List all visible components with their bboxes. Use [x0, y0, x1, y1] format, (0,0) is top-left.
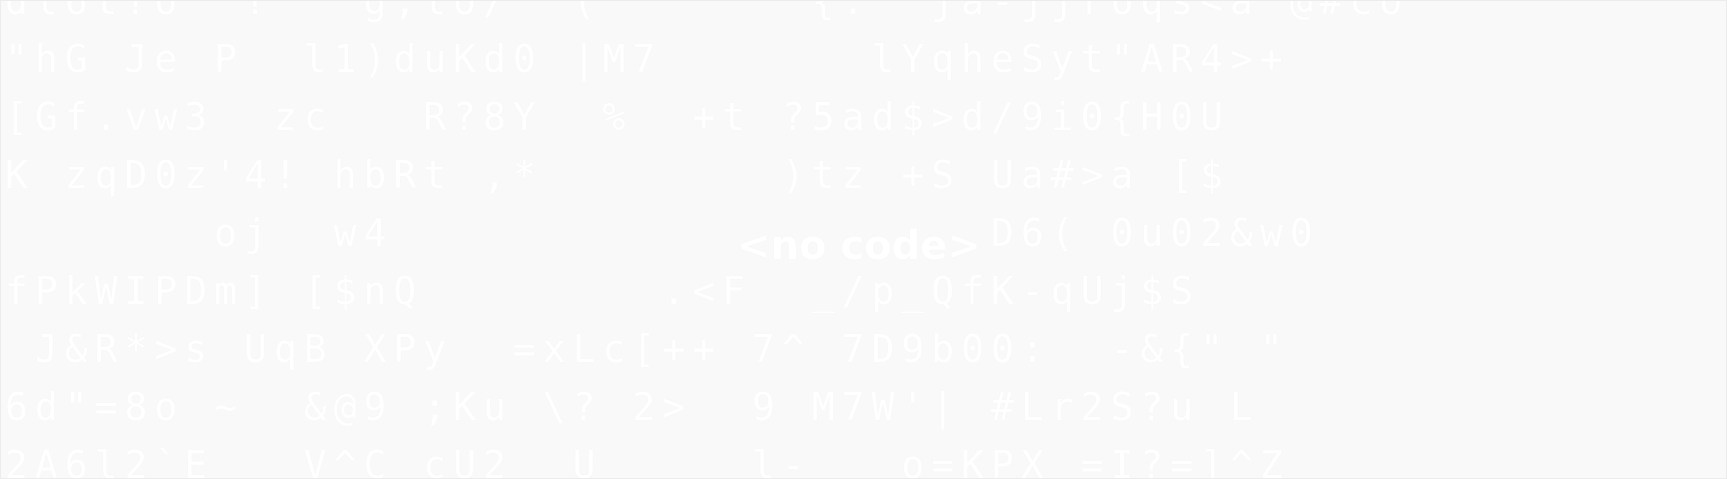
character-row: J&R*>s UqB XPy =xLc[++ 7^ 7D9b00: -&{" "	[5, 327, 1290, 371]
character-row: "hG Je P l1)duKd0 |M7 lYqheSyt"AR4>+	[5, 37, 1290, 81]
character-row: K zqD0z'4! hbRt ,* )tz +S Ua#>a [$	[5, 153, 1230, 197]
character-field-panel: dl6t?o ? 'g,lo/ '( {. ja-jjr6qs<a @#co "…	[0, 0, 1727, 479]
no-code-label: <no code>	[729, 217, 989, 275]
character-row: 6d"=8o ~ &@9 ;Ku \? 2> 9 M7W'| #Lr2S?u L	[5, 385, 1260, 429]
character-row: [Gf.vw3 zc R?8Y % +t ?5ad$>d/9i0{H0U	[5, 95, 1230, 139]
character-row: dl6t?o ? 'g,lo/ '( {. ja-jjr6qs<a @#co	[5, 0, 1410, 23]
character-row: 2A6l2`E V^C cU2 U l- o=KPX =I?=]^Z	[5, 443, 1290, 479]
